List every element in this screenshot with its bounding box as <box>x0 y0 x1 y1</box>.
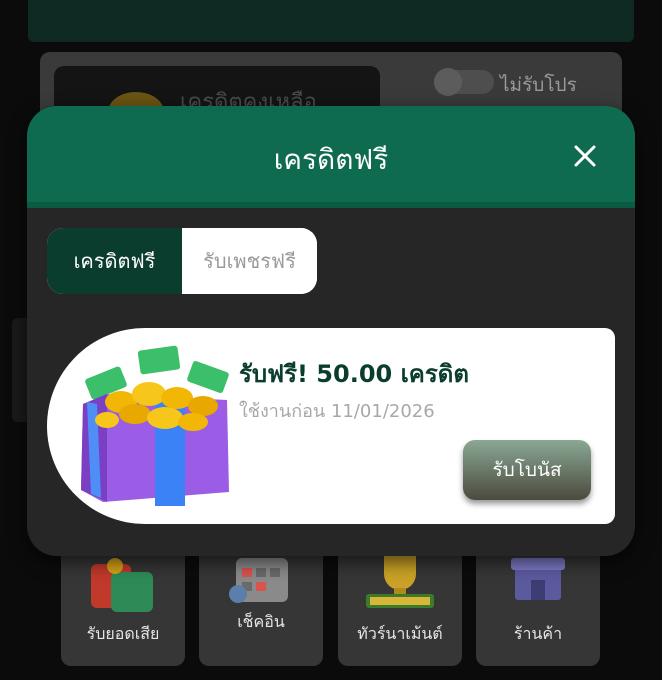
claim-bonus-button[interactable]: รับโบนัส <box>463 440 591 500</box>
menu-label: รับยอดเสีย <box>86 624 160 643</box>
close-icon <box>574 145 596 167</box>
bonus-expiry: ใช้งานก่อน 11/01/2026 <box>239 401 435 422</box>
menu-label: ร้านค้า <box>513 624 563 643</box>
modal-header: เครดิตฟรี <box>27 106 635 208</box>
tab-free-credit[interactable]: เครดิตฟรี <box>47 228 182 294</box>
menu-card-loss-rebate[interactable]: รับยอดเสีย <box>61 540 185 666</box>
menu-card-checkin[interactable]: เช็คอิน <box>199 540 323 666</box>
screen: เครดิตคงเหลือ ไม่รับโปร รับยอดเสีย เช็คอ… <box>0 0 662 680</box>
modal-title: เครดิตฟรี <box>273 143 389 176</box>
promo-toggle[interactable] <box>434 68 494 96</box>
loss-rebate-icon <box>91 558 153 612</box>
tab-free-diamonds[interactable]: รับเพชรฟรี <box>182 228 317 294</box>
tab-bar: เครดิตฟรี รับเพชรฟรี <box>47 228 317 294</box>
bonus-card: รับฟรี! 50.00 เครดิต ใช้งานก่อน 11/01/20… <box>47 328 615 524</box>
promo-toggle-label: ไม่รับโปร <box>500 74 577 96</box>
shop-icon <box>511 558 565 600</box>
tournament-trophy-icon <box>366 556 434 608</box>
menu-card-shop[interactable]: ร้านค้า <box>476 540 600 666</box>
menu-card-tournament[interactable]: ทัวร์นาเม้นต์ <box>338 540 462 666</box>
free-credit-modal: เครดิตฟรี เครดิตฟรี รับเพชรฟรี รับฟรี! 5… <box>27 106 635 556</box>
menu-label: ทัวร์นาเม้นต์ <box>357 624 443 643</box>
menu-label: เช็คอิน <box>237 612 285 631</box>
bonus-title: รับฟรี! 50.00 เครดิต <box>239 360 469 388</box>
top-bar <box>28 0 634 42</box>
close-button[interactable] <box>571 142 599 170</box>
calendar-checkin-icon <box>229 558 288 603</box>
toggle-knob <box>434 68 462 96</box>
gift-box-icon <box>81 345 229 506</box>
